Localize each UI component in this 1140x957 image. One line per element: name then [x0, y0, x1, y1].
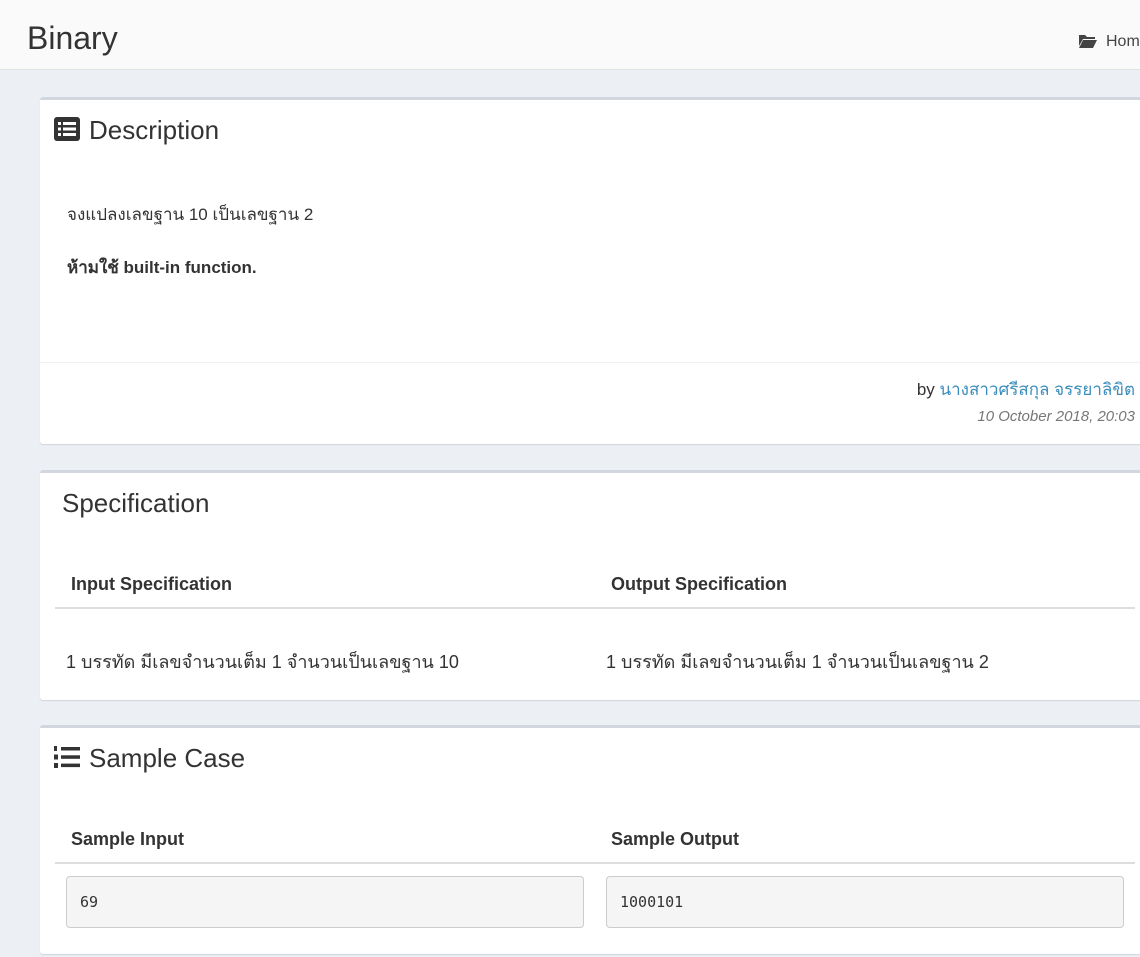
- list-alt-icon: [54, 117, 80, 141]
- content-header: Binary Hom: [0, 0, 1140, 70]
- author-line: by นางสาวศรีสกุล จรรยาลิขิต: [917, 379, 1135, 401]
- page-title: Binary: [27, 20, 118, 56]
- description-footer: by นางสาวศรีสกุล จรรยาลิขิต 10 October 2…: [40, 362, 1140, 444]
- sample-case-box: Sample Case Sample Input Sample Output 6…: [40, 725, 1140, 954]
- folder-open-icon: [1079, 35, 1097, 48]
- input-spec-header: Input Specification: [71, 574, 233, 594]
- sample-output-box[interactable]: 1000101: [606, 876, 1124, 928]
- by-label: by: [916, 380, 935, 399]
- description-text: จงแปลงเลขฐาน 10 เป็นเลขฐาน 2: [67, 205, 314, 224]
- input-spec-text: 1 บรรทัด มีเลขจำนวนเต็ม 1 จำนวนเป็นเลขฐา…: [66, 652, 459, 672]
- sample-input-box[interactable]: 69: [66, 876, 584, 928]
- list-ol-icon: [54, 746, 80, 768]
- spec-header-divider: [55, 607, 1135, 609]
- breadcrumb-home-link[interactable]: Hom: [1106, 33, 1140, 50]
- specification-box: Specification Input Specification Output…: [40, 470, 1140, 700]
- sample-case-title: Sample Case: [54, 742, 245, 774]
- specification-title: Specification: [62, 488, 210, 518]
- output-spec-text: 1 บรรทัด มีเลขจำนวนเต็ม 1 จำนวนเป็นเลขฐา…: [606, 652, 989, 672]
- description-title-text: Description: [89, 115, 220, 145]
- post-date: 10 October 2018, 20:03: [977, 408, 1135, 425]
- sample-case-title-text: Sample Case: [89, 743, 246, 773]
- description-box: Description จงแปลงเลขฐาน 10 เป็นเลขฐาน 2…: [40, 97, 1140, 444]
- sample-output-header: Sample Output: [611, 829, 740, 849]
- output-spec-header: Output Specification: [611, 574, 788, 594]
- description-warning: ห้ามใช้ built-in function.: [67, 258, 257, 277]
- sample-input-header: Sample Input: [71, 829, 185, 849]
- breadcrumb: Hom: [1078, 32, 1140, 52]
- description-title: Description: [54, 114, 219, 146]
- sample-header-divider: [55, 862, 1135, 864]
- author-link[interactable]: นางสาวศรีสกุล จรรยาลิขิต: [940, 380, 1135, 399]
